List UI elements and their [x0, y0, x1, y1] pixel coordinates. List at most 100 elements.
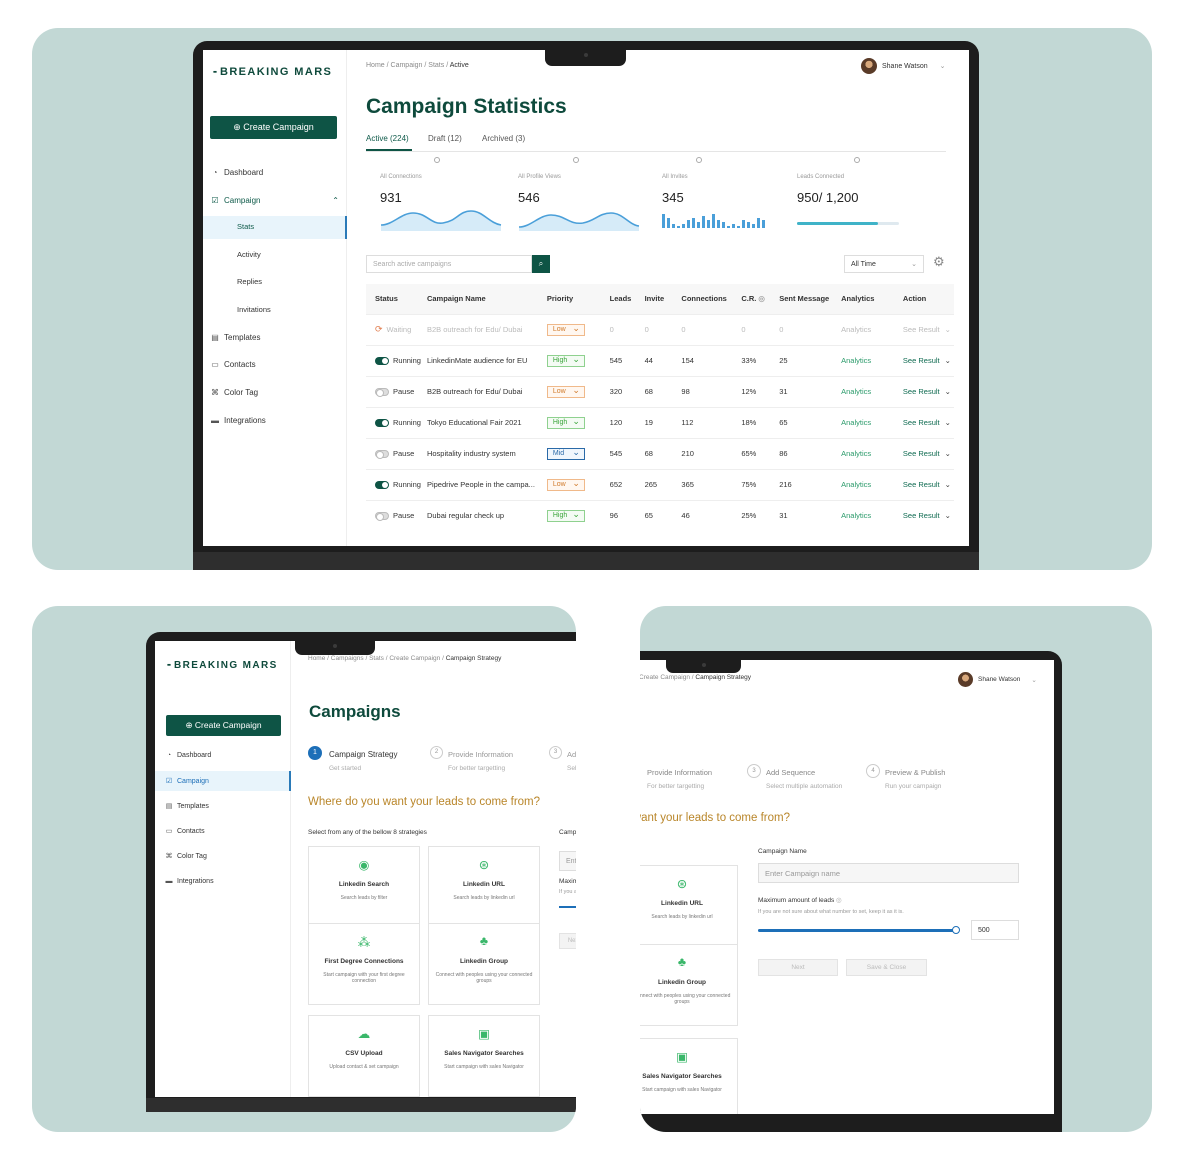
- chevron-down-icon[interactable]: ⌄: [945, 356, 951, 365]
- campaign-name-cell[interactable]: Tokyo Educational Fair 2021: [423, 406, 544, 438]
- priority-select[interactable]: Low: [546, 323, 585, 336]
- campaign-name-input[interactable]: Enter Campaign name: [758, 863, 1019, 883]
- see-result-link[interactable]: See Result: [903, 325, 940, 334]
- info-icon[interactable]: [573, 157, 579, 163]
- breadcrumb-item[interactable]: Campaign: [391, 62, 423, 69]
- next-button[interactable]: Next: [559, 933, 576, 949]
- table-row[interactable]: Running Tokyo Educational Fair 2021 High 12…: [366, 406, 954, 438]
- search-button[interactable]: ⌕: [532, 255, 550, 273]
- chevron-down-icon[interactable]: ⌄: [945, 387, 951, 396]
- column-header[interactable]: Invite: [641, 284, 679, 314]
- time-filter-select[interactable]: All Time ⌄: [844, 255, 924, 273]
- sidebar-item-invitations[interactable]: Invitations: [237, 305, 271, 314]
- campaign-name-cell[interactable]: B2B outreach for Edu/ Dubai: [423, 375, 544, 407]
- sidebar-item-templates[interactable]: ▤ Templates: [209, 333, 260, 342]
- strategy-card[interactable]: ▣ Sales Navigator Searches Start campaign …: [428, 1015, 540, 1097]
- sidebar-item-integrations[interactable]: ▬ Integrations: [164, 878, 214, 885]
- strategy-card[interactable]: ⊛ Linkedin URL Search leads by linkedin ur…: [640, 865, 738, 947]
- tab-active[interactable]: Active (224): [366, 134, 409, 143]
- table-row[interactable]: Pause Hospitality industry system Mid 54568…: [366, 437, 954, 469]
- priority-select[interactable]: High: [546, 416, 585, 429]
- sidebar-item-campaign[interactable]: ☑ Campaign: [164, 777, 209, 786]
- tab-draft[interactable]: Draft (12): [428, 134, 462, 143]
- table-row[interactable]: Running Pipedrive People in the campa... L…: [366, 468, 954, 500]
- max-leads-input[interactable]: 500: [971, 920, 1019, 940]
- priority-select[interactable]: High: [546, 354, 585, 367]
- priority-select[interactable]: Mid: [546, 447, 585, 460]
- column-header[interactable]: Action: [894, 284, 954, 314]
- see-result-link[interactable]: See Result: [903, 418, 940, 427]
- user-menu[interactable]: Shane Watson ⌄: [861, 58, 946, 74]
- status-toggle[interactable]: [375, 512, 389, 522]
- strategy-card[interactable]: ⊛ Linkedin URL Search leads by linkedin ur…: [428, 846, 540, 928]
- campaign-name-cell[interactable]: B2B outreach for Edu/ Dubai: [423, 313, 544, 345]
- analytics-link[interactable]: Analytics: [841, 387, 871, 396]
- column-header[interactable]: C.R. ◎: [738, 284, 777, 314]
- analytics-link[interactable]: Analytics: [841, 325, 871, 334]
- table-row[interactable]: Pause Dubai regular check up High 96654625%…: [366, 499, 954, 531]
- sidebar-item-contacts[interactable]: ▭ Contacts: [164, 827, 205, 836]
- analytics-link[interactable]: Analytics: [841, 511, 871, 520]
- sidebar-item-integrations[interactable]: ▬ Integrations: [209, 416, 266, 425]
- campaign-name-cell[interactable]: Hospitality industry system: [423, 437, 544, 469]
- sidebar-item-campaign[interactable]: ☑ Campaign ⌃: [209, 196, 339, 205]
- breadcrumb-item[interactable]: Create Campaign: [389, 655, 440, 662]
- sidebar-item-dashboard[interactable]: ◔ Dashboard: [209, 168, 264, 177]
- breadcrumb-item[interactable]: Stats: [369, 655, 384, 662]
- status-toggle[interactable]: [375, 450, 389, 459]
- status-toggle[interactable]: [375, 388, 389, 397]
- status-toggle[interactable]: [375, 419, 389, 427]
- priority-select[interactable]: Low: [546, 385, 585, 398]
- sidebar-item-dashboard[interactable]: ◔ Dashboard: [164, 752, 211, 759]
- table-row[interactable]: Pause B2B outreach for Edu/ Dubai Low 32068…: [366, 375, 954, 407]
- tab-archived[interactable]: Archived (3): [482, 134, 525, 143]
- strategy-card[interactable]: ◉ Linkedin Search Search leads by filter: [308, 846, 420, 928]
- campaign-name-cell[interactable]: Dubai regular check up: [423, 499, 544, 531]
- breadcrumb-item[interactable]: Campaigns: [331, 655, 364, 662]
- breadcrumb-item[interactable]: Stats: [428, 62, 444, 69]
- campaign-name-cell[interactable]: LinkedinMate audience for EU: [423, 344, 544, 376]
- create-campaign-button[interactable]: ⊕ Create Campaign: [166, 715, 281, 736]
- sidebar-item-replies[interactable]: Replies: [237, 277, 262, 286]
- campaign-name-input[interactable]: Enter Campaign name: [559, 851, 576, 871]
- max-leads-slider-thumb[interactable]: [952, 926, 960, 934]
- breadcrumb-item[interactable]: Home: [308, 655, 325, 662]
- user-menu[interactable]: Shane Watson ⌄: [958, 672, 1037, 687]
- strategy-card[interactable]: ♣ Linkedin Group Connect with peoples usin…: [640, 944, 738, 1026]
- status-toggle[interactable]: [375, 481, 389, 489]
- status-toggle[interactable]: [375, 357, 389, 365]
- see-result-link[interactable]: See Result: [903, 356, 940, 365]
- sidebar-item-color-tag[interactable]: ⌘ Color Tag: [209, 388, 258, 397]
- sidebar-item-color-tag[interactable]: ⌘ Color Tag: [164, 852, 207, 861]
- create-campaign-button[interactable]: ⊕ Create Campaign: [210, 116, 337, 139]
- see-result-link[interactable]: See Result: [903, 387, 940, 396]
- info-icon[interactable]: [854, 157, 860, 163]
- table-row[interactable]: Running LinkedinMate audience for EU High 5…: [366, 344, 954, 376]
- breadcrumb-item[interactable]: Home: [366, 62, 385, 69]
- analytics-link[interactable]: Analytics: [841, 449, 871, 458]
- chevron-down-icon[interactable]: ⌄: [945, 325, 951, 334]
- chevron-down-icon[interactable]: ⌄: [945, 480, 951, 489]
- table-row[interactable]: ⟳WaitingB2B outreach for Edu/ DubaiLow00…: [366, 313, 954, 345]
- breadcrumb-item[interactable]: Create Campaign: [640, 674, 690, 681]
- sidebar-item-templates[interactable]: ▤ Templates: [164, 802, 209, 811]
- priority-select[interactable]: Low: [546, 478, 585, 491]
- step-number[interactable]: 3: [747, 764, 761, 778]
- analytics-link[interactable]: Analytics: [841, 356, 871, 365]
- column-header[interactable]: Status: [366, 284, 424, 314]
- see-result-link[interactable]: See Result: [903, 480, 940, 489]
- next-button[interactable]: Next: [758, 959, 838, 976]
- strategy-card[interactable]: ♣ Linkedin Group Connect with peoples usin…: [428, 923, 540, 1005]
- analytics-link[interactable]: Analytics: [841, 480, 871, 489]
- column-header[interactable]: Priority: [543, 284, 607, 314]
- step-number[interactable]: 1: [308, 746, 322, 760]
- chevron-down-icon[interactable]: ⌄: [945, 418, 951, 427]
- priority-select[interactable]: High: [546, 509, 585, 522]
- chevron-down-icon[interactable]: ⌄: [945, 449, 951, 458]
- step-number[interactable]: 2: [430, 746, 443, 759]
- info-icon[interactable]: [434, 157, 440, 163]
- step-number[interactable]: 4: [866, 764, 880, 778]
- max-leads-slider[interactable]: [559, 906, 576, 908]
- save-close-button[interactable]: Save & Close: [846, 959, 927, 976]
- strategy-card[interactable]: ⁂ First Degree Connections Start campaign …: [308, 923, 420, 1005]
